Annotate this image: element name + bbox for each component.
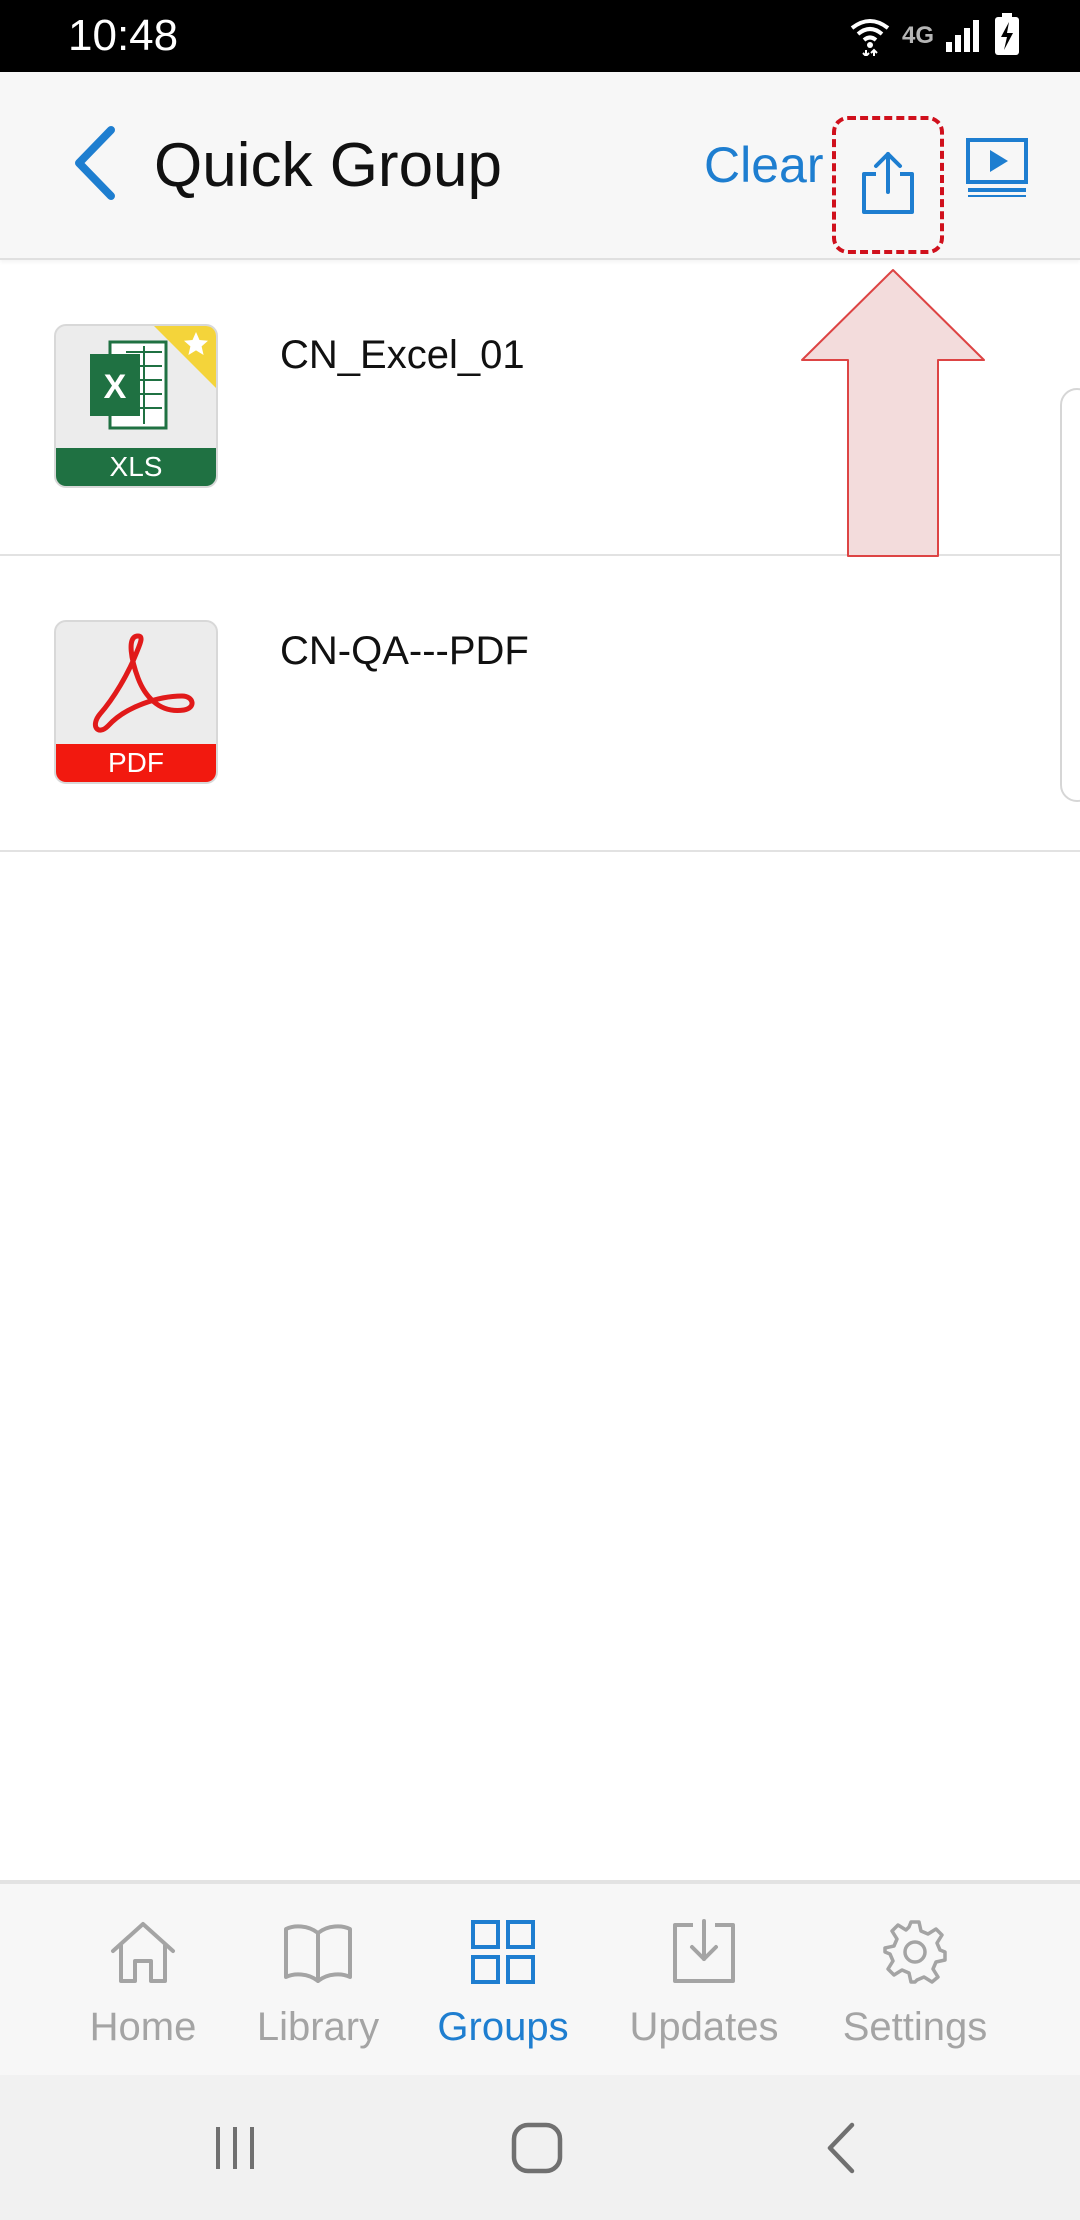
nav-item-home[interactable]: Home [58, 1884, 228, 2079]
status-icons: 4G [848, 12, 1020, 60]
favorite-star-icon [154, 326, 216, 388]
status-bar: 10:48 4G [0, 0, 1080, 72]
gear-icon [875, 1912, 955, 1992]
system-home-button[interactable] [492, 2105, 582, 2195]
home-button-icon [510, 2121, 564, 2180]
recents-icon [210, 2123, 260, 2178]
clear-button[interactable]: Clear [704, 134, 823, 196]
nav-label: Home [89, 2005, 197, 2049]
share-icon [858, 150, 918, 221]
system-back-button[interactable] [795, 2105, 885, 2195]
app-header: Quick Group Clear [0, 72, 1080, 260]
book-icon [278, 1912, 358, 1992]
present-icon [966, 136, 1028, 203]
download-tray-icon [664, 1912, 744, 1992]
signal-icon [944, 16, 984, 57]
network-type-label: 4G [901, 22, 934, 49]
nav-label: Settings [842, 2005, 988, 2049]
file-name: CN_Excel_01 [280, 333, 525, 377]
pdf-file-thumbnail: PDF [54, 620, 218, 784]
present-button[interactable] [962, 134, 1032, 204]
status-time: 10:48 [68, 11, 179, 60]
file-row-pdf[interactable]: PDF CN-QA---PDF [0, 556, 1080, 852]
app-screen: 10:48 4G Quick Group Clear X XLS CN_Exce… [0, 0, 1080, 2220]
nav-item-updates[interactable]: Updates [618, 1884, 790, 2079]
nav-item-groups[interactable]: Groups [418, 1884, 588, 2079]
nav-label: Updates [629, 2005, 779, 2049]
edge-panel-handle[interactable] [1060, 388, 1080, 802]
file-type-label: XLS [56, 448, 216, 486]
page-title: Quick Group [154, 131, 503, 200]
annotation-arrow-icon [801, 269, 985, 557]
excel-file-thumbnail: X XLS [54, 324, 218, 488]
wifi-icon [848, 12, 892, 61]
nav-label: Library [256, 2005, 380, 2049]
battery-charging-icon [994, 12, 1020, 60]
back-icon [822, 2121, 858, 2180]
back-button[interactable] [60, 122, 130, 208]
grid-icon [463, 1912, 543, 1992]
file-name: CN-QA---PDF [280, 629, 529, 673]
nav-item-settings[interactable]: Settings [830, 1884, 1000, 2079]
bottom-nav: Home Library Groups Updates Settings [0, 1880, 1080, 2075]
file-type-label: PDF [56, 744, 216, 782]
recents-button[interactable] [190, 2105, 280, 2195]
svg-text:X: X [104, 368, 127, 406]
acrobat-logo-icon [93, 633, 195, 733]
nav-item-library[interactable]: Library [238, 1884, 398, 2079]
home-icon [103, 1912, 183, 1992]
nav-label: Groups [437, 2005, 569, 2049]
back-chevron-icon [71, 124, 119, 207]
system-nav-bar [0, 2075, 1080, 2220]
share-button[interactable] [832, 116, 944, 254]
